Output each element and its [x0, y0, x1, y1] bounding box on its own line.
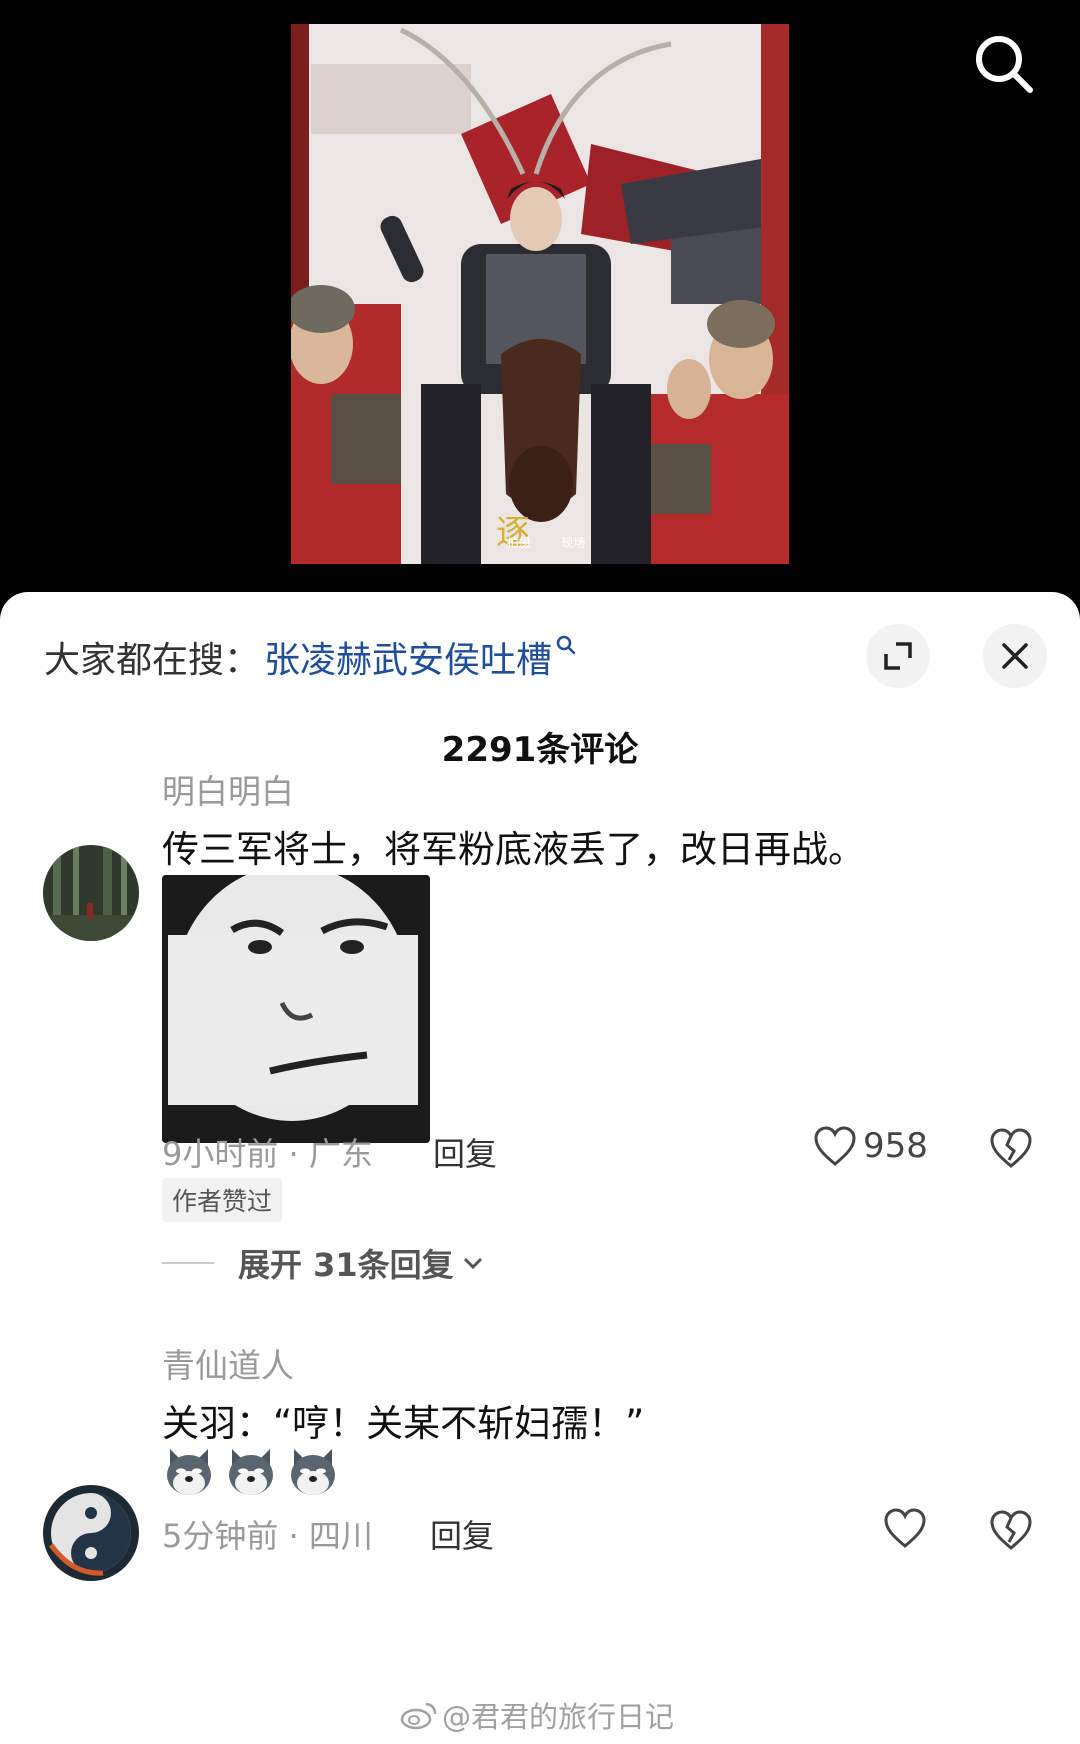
comment-image[interactable]	[162, 875, 430, 1143]
expand-replies-label: 展开 31条回复	[238, 1246, 454, 1284]
avatar[interactable]	[43, 845, 139, 941]
watermark-text: @君君的旅行日记	[442, 1700, 675, 1734]
comment-count-title: 2291条评论	[441, 730, 639, 770]
reply-button[interactable]: 回复	[433, 1129, 497, 1175]
comment-username[interactable]: 青仙道人	[162, 1339, 294, 1387]
avatar[interactable]	[43, 1485, 139, 1581]
video-caption: 拍摄 现场	[506, 536, 586, 550]
close-button[interactable]	[983, 624, 1047, 688]
doge-emoji-icon	[229, 1449, 273, 1495]
search-icon	[976, 36, 1033, 93]
meme-face-image	[162, 875, 430, 1143]
video-still-image: 逐	[291, 24, 789, 564]
broken-heart-icon	[990, 1510, 1032, 1550]
emoji-row	[162, 1445, 340, 1499]
comment-username[interactable]: 明白明白	[162, 765, 294, 813]
expand-button[interactable]	[866, 624, 930, 688]
search-button[interactable]	[968, 28, 1040, 100]
comment-text: 传三军将士，将军粉底液丢了，改日再战。	[162, 828, 865, 871]
trending-search-link[interactable]: 大家都在搜： 张凌赫武安侯吐槽	[44, 631, 578, 683]
watermark: @君君的旅行日记	[400, 1694, 674, 1736]
comment-sheet: 大家都在搜： 张凌赫武安侯吐槽 2291条评论 明白明白 传三军将士，将军粉底液…	[0, 592, 1080, 1744]
comment-time-location: 9小时前 · 广东	[162, 1135, 373, 1173]
trending-prefix: 大家都在搜：	[44, 640, 261, 681]
weibo-logo-icon	[400, 1702, 437, 1730]
search-small-icon	[556, 635, 576, 655]
like-button[interactable]: 958	[813, 1125, 928, 1167]
dislike-button[interactable]	[989, 1509, 1033, 1553]
video-frame: 逐 拍摄 现场	[291, 24, 789, 564]
avatar-yinyang-image	[43, 1485, 139, 1581]
avatar-forest-image	[43, 845, 139, 941]
like-count: 958	[863, 1126, 928, 1166]
like-button[interactable]	[883, 1507, 927, 1549]
doge-emoji-icon	[167, 1449, 211, 1495]
dislike-button[interactable]	[989, 1127, 1033, 1171]
reply-button[interactable]: 回复	[430, 1511, 494, 1557]
author-liked-badge: 作者赞过	[162, 1178, 283, 1222]
close-icon	[1002, 643, 1028, 669]
chevron-down-icon	[463, 1257, 482, 1270]
heart-icon	[884, 1508, 926, 1548]
comment-text: 关羽：“哼！关某不斩妇孺！”	[162, 1402, 645, 1445]
divider	[162, 1262, 214, 1264]
heart-icon	[814, 1126, 856, 1166]
trending-query[interactable]: 张凌赫武安侯吐槽	[264, 631, 552, 683]
doge-emoji-icon	[291, 1449, 335, 1495]
expand-icon	[884, 642, 912, 670]
expand-replies-button[interactable]: 展开 31条回复	[162, 1240, 486, 1286]
comment-time-location: 5分钟前 · 四川	[162, 1517, 373, 1555]
broken-heart-icon	[990, 1128, 1032, 1168]
video-player[interactable]: 逐 拍摄 现场	[0, 0, 1080, 600]
